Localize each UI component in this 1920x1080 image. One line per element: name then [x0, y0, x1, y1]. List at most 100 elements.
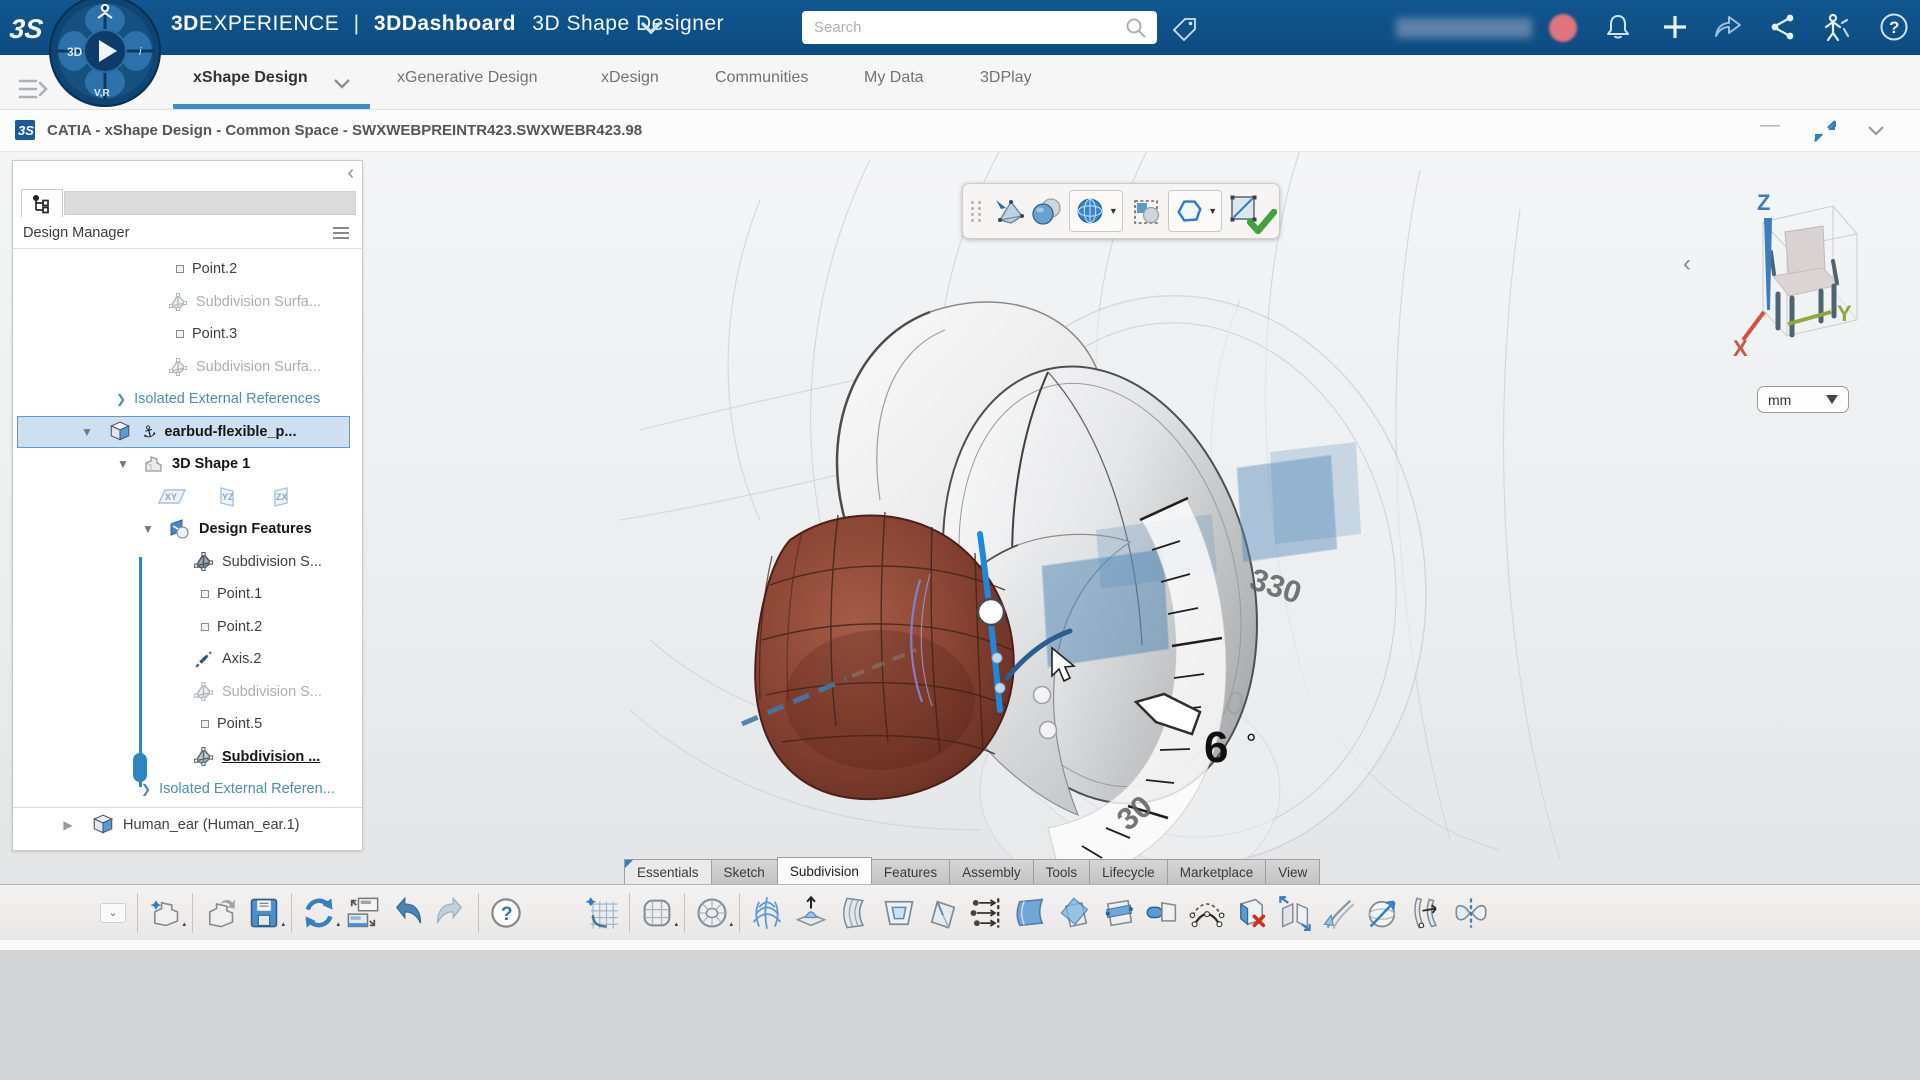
refresh-button[interactable]: ▴	[297, 890, 341, 936]
tab-tools[interactable]: Tools	[1033, 859, 1091, 884]
tree-row[interactable]: Point.1	[13, 578, 362, 611]
tab-essentials[interactable]: Essentials	[624, 859, 712, 884]
match-surface-button[interactable]	[1405, 890, 1449, 936]
tab-sketch[interactable]: Sketch	[711, 859, 778, 884]
chevron-right-icon[interactable]: ❯	[141, 782, 151, 796]
symmetry-button[interactable]	[1449, 890, 1493, 936]
tree-row-human-ear[interactable]: ▶ Human_ear (Human_ear.1)	[13, 809, 362, 842]
tab-subdivision[interactable]: Subdivision	[777, 857, 872, 884]
tree-row[interactable]: Point.2	[13, 611, 362, 644]
inset-face-button[interactable]	[877, 890, 921, 936]
tree-row-isolated-external-references[interactable]: ❯ Isolated External References	[13, 383, 362, 416]
search-icon[interactable]	[1125, 17, 1147, 39]
chevron-right-icon[interactable]: ❯	[116, 392, 126, 406]
unfold-faces-button[interactable]	[1273, 890, 1317, 936]
tree-view-tab[interactable]	[21, 189, 63, 217]
tree-row[interactable]: Subdivision S...	[13, 676, 362, 709]
expand-menu-icon[interactable]	[16, 75, 50, 103]
extract-band-button[interactable]	[1097, 890, 1141, 936]
tab-xdesign[interactable]: xDesign	[601, 69, 659, 87]
tab-communities[interactable]: Communities	[715, 69, 808, 87]
expanded-arrow-icon[interactable]: ▼	[80, 425, 94, 439]
split-with-plane-button[interactable]	[1053, 890, 1097, 936]
tab-lifecycle[interactable]: Lifecycle	[1089, 859, 1168, 884]
tree-row-current-feature[interactable]: Subdivision ...	[13, 741, 362, 774]
search-input[interactable]	[812, 18, 1125, 37]
panel-collapse-chevron-icon[interactable]: ‹	[347, 163, 354, 183]
multi-section-surface-button[interactable]	[833, 890, 877, 936]
toolbar-collapse-button[interactable]: ⌄	[100, 903, 126, 923]
plane-xy-icon[interactable]: XY	[156, 486, 188, 508]
z-axis[interactable]	[1764, 218, 1772, 310]
share-arrow-icon[interactable]	[1712, 12, 1744, 42]
selection-set-button[interactable]	[1127, 191, 1164, 231]
app-switcher-chevron-icon[interactable]	[640, 20, 662, 36]
save-button[interactable]: ▴	[242, 890, 286, 936]
tab-view[interactable]: View	[1265, 859, 1320, 884]
cage-curve-button[interactable]	[1185, 890, 1229, 936]
collapsed-arrow-icon[interactable]: ▶	[61, 818, 75, 832]
user-avatar[interactable]	[1549, 14, 1577, 42]
raise-face-button[interactable]	[789, 890, 833, 936]
undo-button[interactable]	[385, 890, 429, 936]
new-sketch-button[interactable]	[580, 890, 624, 936]
tree-row[interactable]: Axis.2	[13, 643, 362, 676]
sphere-primitive-button[interactable]	[1027, 191, 1064, 231]
bevel-face-button[interactable]	[921, 890, 965, 936]
tree-row[interactable]: Point.3	[13, 318, 362, 351]
fill-surface-button[interactable]	[1009, 890, 1053, 936]
tab-marketplace[interactable]: Marketplace	[1167, 859, 1267, 884]
panel-menu-icon[interactable]	[332, 226, 350, 240]
primitive-type-dropdown[interactable]: ▼	[1069, 190, 1123, 232]
tree-row[interactable]: Subdivision Surfa...	[13, 286, 362, 319]
tab-assembly[interactable]: Assembly	[949, 859, 1034, 884]
expanded-arrow-icon[interactable]: ▼	[141, 522, 155, 536]
3ds-people-icon[interactable]	[1820, 11, 1852, 43]
drag-handle[interactable]	[971, 201, 982, 222]
tab-3dplay[interactable]: 3DPlay	[980, 69, 1032, 87]
tree-row-3d-shape[interactable]: ▼ 3D Shape 1	[13, 448, 362, 481]
minimize-button[interactable]: —	[1760, 114, 1780, 137]
help-button[interactable]: ?	[484, 890, 528, 936]
units-dropdown[interactable]: mm	[1757, 386, 1849, 413]
tree-row[interactable]: Point.2	[13, 253, 362, 286]
tag-icon[interactable]	[1170, 14, 1200, 44]
plane-yz-icon[interactable]: YZ	[216, 485, 240, 509]
bridge-faces-button[interactable]	[1141, 890, 1185, 936]
right-panel-collapse-chevron[interactable]: ‹	[1683, 250, 1691, 278]
share-network-icon[interactable]	[1768, 12, 1798, 42]
manipulator-handle[interactable]	[978, 599, 1004, 625]
open-content-button[interactable]	[198, 890, 242, 936]
tab-xgenerative-design[interactable]: xGenerative Design	[397, 69, 538, 87]
tree-row-earbud-root[interactable]: ▼ ⚓ earbud-flexible_p...	[17, 416, 350, 449]
user-name-blurred[interactable]	[1396, 18, 1532, 38]
import-export-button[interactable]	[341, 890, 385, 936]
ok-apply-button[interactable]	[1226, 191, 1271, 231]
plane-zx-icon[interactable]: ZX	[268, 485, 292, 509]
restore-window-icon[interactable]	[1812, 120, 1838, 144]
tab-features[interactable]: Features	[871, 859, 950, 884]
notifications-bell-icon[interactable]	[1603, 12, 1633, 42]
subdivision-box-button[interactable]: ▴	[635, 890, 679, 936]
control-point[interactable]	[1040, 722, 1057, 739]
flex-curve-button[interactable]	[1317, 890, 1361, 936]
navigation-compass[interactable]: Z Y X	[1733, 188, 1873, 368]
current-app-name[interactable]: 3D Shape Designer	[532, 12, 724, 35]
tab-my-data[interactable]: My Data	[864, 69, 924, 87]
tree-row[interactable]: Subdivision S...	[13, 546, 362, 579]
align-points-button[interactable]	[965, 890, 1009, 936]
project-on-sphere-button[interactable]	[1361, 890, 1405, 936]
tree-row-design-features[interactable]: ▼ Design Features	[13, 513, 362, 546]
help-icon[interactable]: ?	[1878, 11, 1910, 43]
tab-xshape-design[interactable]: xShape Design	[193, 69, 308, 87]
face-mode-dropdown[interactable]: ▼	[1168, 190, 1222, 232]
redo-button[interactable]	[429, 890, 473, 936]
tree-row[interactable]: Point.5	[13, 708, 362, 741]
expanded-arrow-icon[interactable]: ▼	[116, 457, 130, 471]
new-content-button[interactable]: ▴	[143, 890, 187, 936]
earbud-red-tip[interactable]	[755, 512, 1013, 799]
history-timeline-handle[interactable]	[133, 753, 147, 782]
delete-face-button[interactable]	[1229, 890, 1273, 936]
subdivision-primitive-button[interactable]: ▴	[690, 890, 734, 936]
add-content-plus-icon[interactable]	[1660, 12, 1690, 42]
